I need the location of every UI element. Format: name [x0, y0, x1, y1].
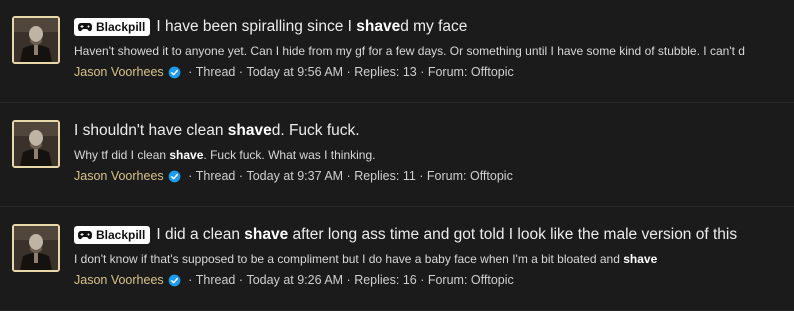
- avatar[interactable]: [12, 224, 60, 272]
- post-date-link[interactable]: Today at 9:26 AM: [246, 273, 343, 287]
- avatar[interactable]: [12, 16, 60, 64]
- meta-separator: ·: [235, 169, 247, 183]
- meta-separator: ·: [343, 273, 355, 287]
- avatar[interactable]: [12, 120, 60, 168]
- title-text: I did a clean: [156, 226, 245, 243]
- gamepad-icon: [78, 23, 92, 32]
- content-type: Thread: [195, 65, 236, 79]
- reply-count: Replies: 13: [354, 65, 417, 79]
- thread-title-link[interactable]: I shouldn't have clean shaved. Fuck fuck…: [74, 122, 360, 140]
- thread-meta: Jason Voorhees · Thread · Today at 9:56 …: [74, 63, 794, 81]
- snippet-text: Why tf did I clean: [74, 148, 170, 162]
- verified-badge-icon: [168, 170, 181, 182]
- snippet-text: I don't know if that's supposed to be a …: [74, 252, 624, 266]
- title-text: after long ass time and got told I look …: [288, 226, 738, 243]
- reply-count: Replies: 16: [354, 273, 417, 287]
- meta-separator: ·: [184, 65, 196, 79]
- thread-title-link[interactable]: I have been spiralling since I shaved my…: [156, 18, 467, 36]
- title-highlight: shave: [356, 18, 401, 35]
- content-type: Thread: [195, 169, 236, 183]
- snippet-highlight: shave: [623, 252, 658, 266]
- thread-result-row: I shouldn't have clean shaved. Fuck fuck…: [0, 104, 794, 207]
- meta-separator: ·: [416, 65, 428, 79]
- verified-badge-icon: [168, 274, 181, 286]
- meta-separator: ·: [235, 65, 247, 79]
- thread-meta: Jason Voorhees · Thread · Today at 9:26 …: [74, 271, 794, 289]
- thread-snippet: Haven't showed it to anyone yet. Can I h…: [74, 43, 794, 59]
- title-highlight: shave: [244, 226, 289, 243]
- title-text: I shouldn't have clean: [74, 122, 228, 139]
- gamepad-icon: [78, 231, 92, 240]
- meta-separator: ·: [343, 169, 355, 183]
- avatar-image: [14, 226, 58, 270]
- thread-snippet: Why tf did I clean shave. Fuck fuck. Wha…: [74, 147, 794, 163]
- thread-content: I shouldn't have clean shaved. Fuck fuck…: [74, 119, 794, 185]
- post-date-link[interactable]: Today at 9:56 AM: [246, 65, 343, 79]
- meta-separator: ·: [184, 273, 196, 287]
- post-date-link[interactable]: Today at 9:37 AM: [246, 169, 343, 183]
- prefix-label[interactable]: Blackpill: [74, 18, 151, 36]
- thread-title-line: Blackpill I did a clean shave after long…: [74, 223, 794, 247]
- thread-title-link[interactable]: I did a clean shave after long ass time …: [156, 226, 737, 244]
- author-link[interactable]: Jason Voorhees: [74, 273, 164, 287]
- meta-separator: ·: [416, 273, 428, 287]
- prefix-label[interactable]: Blackpill: [74, 226, 151, 244]
- thread-snippet: I don't know if that's supposed to be a …: [74, 251, 794, 267]
- meta-separator: ·: [415, 169, 427, 183]
- snippet-highlight: shave: [169, 148, 204, 162]
- author-link[interactable]: Jason Voorhees: [74, 169, 164, 183]
- title-highlight: shave: [227, 122, 272, 139]
- thread-title-line: Blackpill I have been spiralling since I…: [74, 15, 794, 39]
- thread-result-row: Blackpill I did a clean shave after long…: [0, 208, 794, 311]
- snippet-text: Haven't showed it to anyone yet. Can I h…: [74, 44, 745, 58]
- title-text: I have been spiralling since I: [156, 18, 357, 35]
- thread-content: Blackpill I did a clean shave after long…: [74, 223, 794, 289]
- content-type: Thread: [195, 273, 236, 287]
- thread-meta: Jason Voorhees · Thread · Today at 9:37 …: [74, 167, 794, 185]
- meta-separator: ·: [184, 169, 196, 183]
- title-text: d. Fuck fuck.: [271, 122, 360, 139]
- verified-badge-icon: [168, 66, 181, 78]
- prefix-text: Blackpill: [96, 228, 146, 242]
- forum-link[interactable]: Forum: Offtopic: [427, 169, 513, 183]
- forum-link[interactable]: Forum: Offtopic: [428, 273, 514, 287]
- author-link[interactable]: Jason Voorhees: [74, 65, 164, 79]
- thread-result-row: Blackpill I have been spiralling since I…: [0, 0, 794, 103]
- meta-separator: ·: [343, 65, 355, 79]
- prefix-text: Blackpill: [96, 20, 146, 34]
- thread-content: Blackpill I have been spiralling since I…: [74, 15, 794, 81]
- meta-separator: ·: [235, 273, 247, 287]
- avatar-image: [14, 18, 58, 62]
- search-results-list: Blackpill I have been spiralling since I…: [0, 0, 794, 311]
- snippet-text: . Fuck fuck. What was I thinking.: [203, 148, 376, 162]
- reply-count: Replies: 11: [354, 169, 416, 183]
- thread-title-line: I shouldn't have clean shaved. Fuck fuck…: [74, 119, 794, 143]
- avatar-image: [14, 122, 58, 166]
- forum-link[interactable]: Forum: Offtopic: [428, 65, 514, 79]
- title-text: d my face: [400, 18, 468, 35]
